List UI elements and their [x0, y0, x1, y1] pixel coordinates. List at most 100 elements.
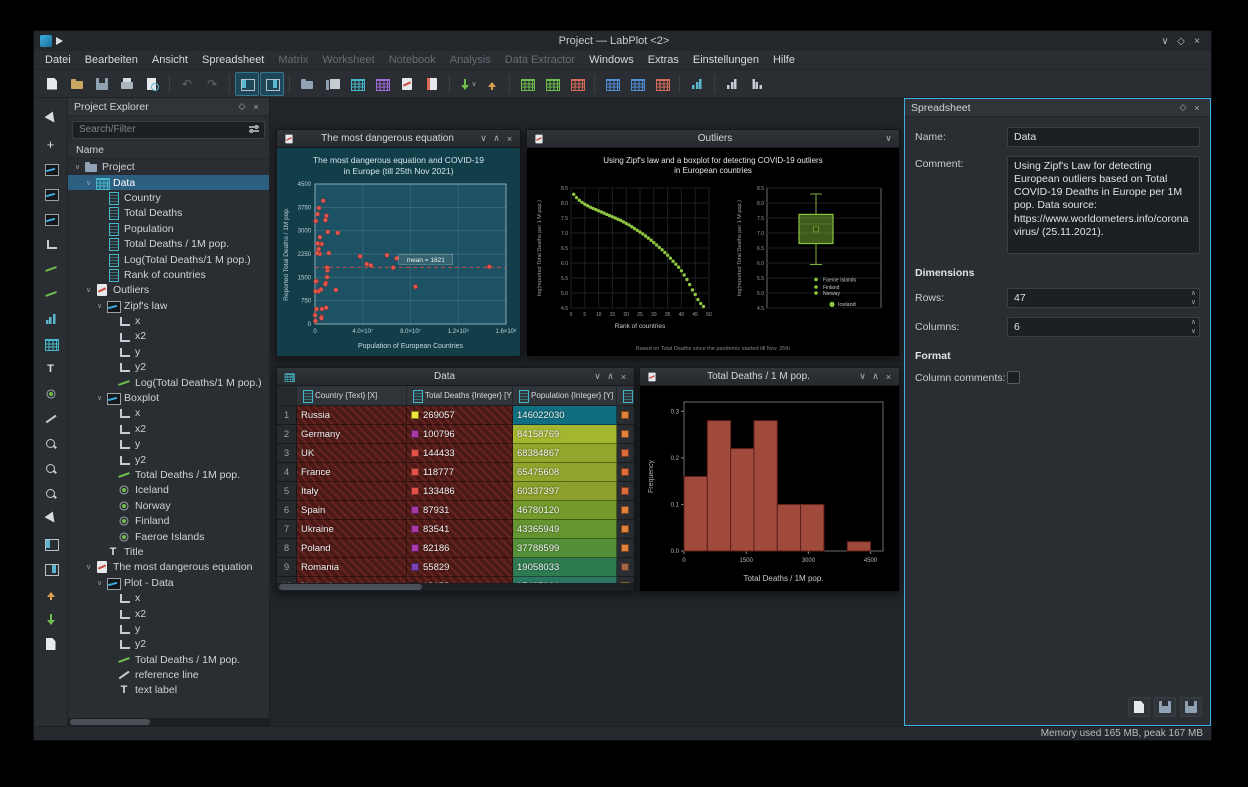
- pointer-tool-button[interactable]: [39, 108, 63, 130]
- expander-icon[interactable]: ∨: [94, 394, 105, 402]
- project-tree-hscrollbar[interactable]: [68, 718, 269, 726]
- dock-float-button[interactable]: ◇: [1176, 102, 1190, 113]
- cell-total-deaths[interactable]: 118777: [407, 463, 513, 482]
- tree-item-total-deaths-1m-pop[interactable]: Total Deaths / 1M pop.: [68, 236, 269, 252]
- name-column-header[interactable]: Name: [68, 141, 269, 159]
- menu-notebook[interactable]: Notebook: [382, 52, 443, 68]
- cell-total-deaths[interactable]: 82186: [407, 539, 513, 558]
- window-menu-button[interactable]: ∨: [882, 133, 895, 144]
- outliers-worksheet[interactable]: Using Zipf's law and a boxplot for detec…: [527, 148, 899, 356]
- column-header-4[interactable]: [617, 386, 634, 406]
- scrollbar-handle[interactable]: [70, 719, 151, 725]
- window-shade-button[interactable]: ∧: [869, 371, 882, 382]
- zoom-in-tool-button[interactable]: [39, 433, 63, 455]
- export-button[interactable]: [480, 72, 504, 96]
- insert-row-below-button[interactable]: [540, 72, 564, 96]
- outliers-window-titlebar[interactable]: Outliers ∨: [527, 130, 899, 148]
- cell-population[interactable]: 19058033: [513, 558, 617, 577]
- cell-country[interactable]: UK: [297, 444, 407, 463]
- tree-item-outliers[interactable]: ∨ Outliers: [68, 283, 269, 298]
- toggle-properties-explorer-button[interactable]: [260, 71, 284, 96]
- new-worksheet-button[interactable]: [395, 72, 419, 96]
- tree-item-y2[interactable]: y2: [68, 360, 269, 375]
- remove-columns-button[interactable]: [650, 72, 674, 96]
- insert-column-left-button[interactable]: [600, 72, 624, 96]
- print-button[interactable]: [115, 72, 139, 96]
- tree-item-boxplot[interactable]: ∨ Boxplot: [68, 390, 269, 406]
- tree-item-finland[interactable]: Finland: [68, 513, 269, 528]
- tree-item-project[interactable]: ∨ Project: [68, 160, 269, 175]
- data-window-titlebar[interactable]: Data ∨ ∧ ×: [277, 368, 634, 386]
- tree-item-y[interactable]: y: [68, 437, 269, 452]
- dock-close-button[interactable]: ×: [249, 102, 263, 112]
- column-comments-checkbox[interactable]: [1007, 371, 1020, 384]
- name-field[interactable]: [1007, 127, 1200, 147]
- cell-total-deaths[interactable]: 55829: [407, 558, 513, 577]
- expander-icon[interactable]: ∨: [72, 163, 83, 171]
- column-header-2[interactable]: Total Deaths {Integer} [Y]: [407, 386, 513, 406]
- save-as-template-button[interactable]: [1180, 697, 1202, 717]
- menu-datei[interactable]: Datei: [38, 52, 78, 68]
- window-shade-button[interactable]: ∧: [490, 133, 503, 144]
- cell-total-deaths[interactable]: 83541: [407, 520, 513, 539]
- import-data-button[interactable]: [39, 608, 63, 630]
- spin-up-icon[interactable]: ∧: [1191, 318, 1196, 327]
- tree-item-x2[interactable]: x2: [68, 329, 269, 344]
- spin-down-icon[interactable]: ∨: [1191, 298, 1196, 307]
- filter-icon[interactable]: [249, 124, 259, 132]
- tree-item-faeroe-islands[interactable]: Faeroe Islands: [68, 529, 269, 544]
- cell-population[interactable]: 146022030: [513, 406, 617, 425]
- data-table-hscrollbar[interactable]: [277, 583, 634, 591]
- maximize-button[interactable]: ◇: [1173, 36, 1189, 47]
- export-worksheet-button[interactable]: [39, 583, 63, 605]
- add-plot-two-axes-button[interactable]: [39, 183, 63, 205]
- tree-item-log-total-deaths-1-m-pop[interactable]: Log(Total Deaths/1 M pop.): [68, 252, 269, 267]
- add-equation-curve-button[interactable]: [39, 283, 63, 305]
- row-number[interactable]: 4: [277, 463, 297, 482]
- window-menu-button[interactable]: ∨: [591, 371, 604, 382]
- menu-extras[interactable]: Extras: [641, 52, 686, 68]
- tree-item-log-total-deaths-1-m-pop[interactable]: Log(Total Deaths/1 M pop.): [68, 375, 269, 390]
- tree-item-reference-line[interactable]: reference line: [68, 667, 269, 682]
- sort-ascending-button[interactable]: [720, 72, 744, 96]
- equation-worksheet[interactable]: The most dangerous equation and COVID-19…: [277, 148, 520, 356]
- sort-descending-button[interactable]: [745, 72, 769, 96]
- menu-spreadsheet[interactable]: Spreadsheet: [195, 52, 271, 68]
- cell-extra[interactable]: [617, 444, 634, 463]
- cell-country[interactable]: Spain: [297, 501, 407, 520]
- row-number[interactable]: 7: [277, 520, 297, 539]
- spinner-arrows[interactable]: ∧ ∨: [1191, 318, 1196, 336]
- row-number[interactable]: 6: [277, 501, 297, 520]
- navigate-tool-button[interactable]: [39, 508, 63, 530]
- cell-total-deaths[interactable]: 133486: [407, 482, 513, 501]
- add-text-label-button[interactable]: [39, 358, 63, 380]
- cell-total-deaths[interactable]: 269057: [407, 406, 513, 425]
- crosshair-tool-button[interactable]: [39, 133, 63, 155]
- new-folder-button[interactable]: [295, 72, 319, 96]
- expander-icon[interactable]: ∨: [83, 563, 94, 571]
- add-custom-point-button[interactable]: [39, 383, 63, 405]
- expander-icon[interactable]: ∨: [94, 579, 105, 587]
- cell-extra[interactable]: [617, 406, 634, 425]
- cell-population[interactable]: 84158769: [513, 425, 617, 444]
- cell-country[interactable]: Germany: [297, 425, 407, 444]
- tree-item-total-deaths[interactable]: Total Deaths: [68, 206, 269, 221]
- shift-left-x-tool-button[interactable]: [39, 533, 63, 555]
- titlebar[interactable]: Project — LabPlot <2> ∨ ◇ ×: [34, 31, 1211, 51]
- tree-item-y[interactable]: y: [68, 344, 269, 359]
- cell-country[interactable]: Russia: [297, 406, 407, 425]
- histogram-worksheet[interactable]: 0.0 0.1 0.2 0.3 0 1500 3000 4500 Total Deaths / …: [640, 386, 899, 591]
- save-project-button[interactable]: [90, 72, 114, 96]
- add-spreadsheet-button[interactable]: [39, 333, 63, 355]
- row-number[interactable]: 5: [277, 482, 297, 501]
- menu-matrix[interactable]: Matrix: [271, 52, 315, 68]
- expander-icon[interactable]: ∨: [94, 302, 105, 310]
- tree-item-rank-of-countries[interactable]: Rank of countries: [68, 267, 269, 282]
- cell-population[interactable]: 37788599: [513, 539, 617, 558]
- cell-extra[interactable]: [617, 539, 634, 558]
- expander-icon[interactable]: ∨: [83, 179, 94, 187]
- equation-window-titlebar[interactable]: The most dangerous equation ∨ ∧ ×: [277, 130, 520, 148]
- window-menu-button[interactable]: ∨: [856, 371, 869, 382]
- tree-item-x[interactable]: x: [68, 590, 269, 605]
- row-number[interactable]: 3: [277, 444, 297, 463]
